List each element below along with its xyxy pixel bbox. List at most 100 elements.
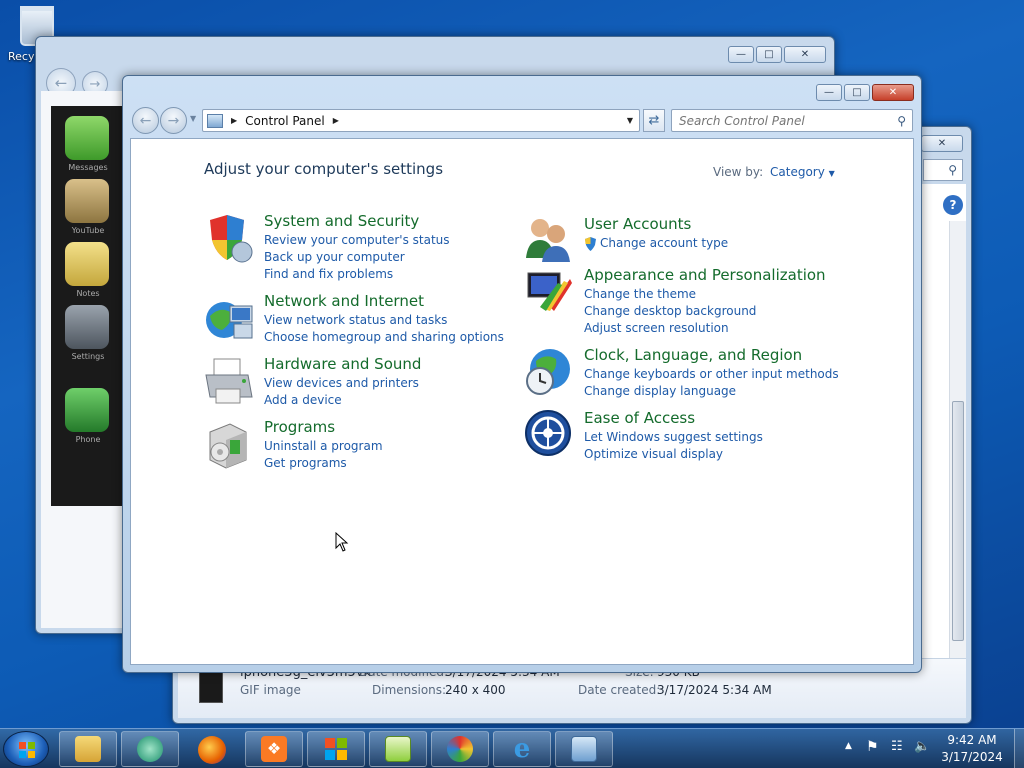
close-button[interactable]: ✕ bbox=[784, 46, 826, 63]
forward-button[interactable]: → bbox=[160, 107, 187, 134]
link-screen-resolution[interactable]: Adjust screen resolution bbox=[584, 321, 729, 335]
link-review-status[interactable]: Review your computer's status bbox=[264, 233, 450, 247]
file-type: GIF image bbox=[240, 683, 301, 697]
link-back-up[interactable]: Back up your computer bbox=[264, 250, 405, 264]
shield-icon[interactable] bbox=[204, 214, 254, 264]
notes-app-icon bbox=[65, 242, 109, 286]
link-add-device[interactable]: Add a device bbox=[264, 393, 342, 407]
view-by-chevron-icon[interactable]: ▼ bbox=[829, 169, 835, 178]
youtube-app-icon bbox=[65, 179, 109, 223]
category-ease-of-access[interactable]: Ease of Access bbox=[584, 409, 695, 427]
explorer-close-button[interactable]: ✕ bbox=[921, 135, 963, 152]
cp-minimize-button[interactable]: — bbox=[816, 84, 842, 101]
breadcrumb-arrow-icon[interactable]: ▶ bbox=[231, 116, 237, 125]
link-change-theme[interactable]: Change the theme bbox=[584, 287, 696, 301]
maximize-button[interactable]: □ bbox=[756, 46, 782, 63]
link-desktop-background[interactable]: Change desktop background bbox=[584, 304, 756, 318]
help-icon[interactable]: ? bbox=[943, 195, 963, 215]
app-label-notes: Notes bbox=[76, 289, 100, 298]
start-button[interactable] bbox=[3, 731, 49, 767]
category-user-accounts[interactable]: User Accounts bbox=[584, 215, 691, 233]
action-center-flag-icon[interactable]: ⚑ bbox=[866, 739, 879, 755]
network-tray-icon[interactable]: ☷ bbox=[891, 739, 903, 754]
view-by-value[interactable]: Category bbox=[770, 165, 825, 179]
recent-pages-dropdown[interactable]: ▼ bbox=[190, 114, 196, 123]
category-appearance[interactable]: Appearance and Personalization bbox=[584, 266, 826, 284]
app-label-phone: Phone bbox=[75, 435, 101, 444]
link-keyboards-input[interactable]: Change keyboards or other input methods bbox=[584, 367, 839, 381]
phone-app-icon bbox=[65, 388, 109, 432]
link-network-status[interactable]: View network status and tasks bbox=[264, 313, 447, 327]
category-programs[interactable]: Programs bbox=[264, 418, 335, 436]
internet-explorer-icon: e bbox=[513, 734, 531, 764]
scrollbar-thumb[interactable] bbox=[952, 401, 964, 641]
cp-close-button[interactable]: ✕ bbox=[872, 84, 914, 101]
refresh-icon[interactable]: ⇄ bbox=[643, 109, 665, 132]
control-panel-window: — □ ✕ ← → ▼ ▶ Control Panel ▶ ▼ ⇄ ⚲ Adju… bbox=[122, 75, 922, 673]
taskbar-notepad-plus[interactable] bbox=[369, 731, 427, 767]
back-button[interactable]: ← bbox=[132, 107, 159, 134]
messages-app-icon bbox=[65, 116, 109, 160]
search-input[interactable] bbox=[672, 113, 898, 128]
control-panel-taskbar-icon bbox=[571, 736, 597, 762]
windows-flag-icon bbox=[325, 738, 347, 760]
network-globe-icon[interactable] bbox=[204, 294, 254, 344]
view-by-dropdown[interactable]: Category ▼ bbox=[770, 165, 835, 179]
created-value: 3/17/2024 5:34 AM bbox=[657, 683, 772, 697]
link-display-language[interactable]: Change display language bbox=[584, 384, 736, 398]
link-optimize-display[interactable]: Optimize visual display bbox=[584, 447, 723, 461]
category-network-internet[interactable]: Network and Internet bbox=[264, 292, 424, 310]
address-dropdown-icon[interactable]: ▼ bbox=[627, 116, 633, 125]
app-label-messages: Messages bbox=[68, 163, 108, 172]
taskbar-windows-flag[interactable] bbox=[307, 731, 365, 767]
page-title: Adjust your computer's settings bbox=[204, 160, 444, 178]
link-devices-printers[interactable]: View devices and printers bbox=[264, 376, 419, 390]
app-label-youtube: YouTube bbox=[71, 226, 105, 235]
search-box[interactable]: ⚲ bbox=[671, 109, 913, 132]
folder-icon bbox=[75, 736, 101, 762]
category-hardware-sound[interactable]: Hardware and Sound bbox=[264, 355, 421, 373]
windows-logo-icon bbox=[19, 742, 35, 758]
link-uninstall[interactable]: Uninstall a program bbox=[264, 439, 383, 453]
mouse-cursor-icon bbox=[335, 531, 349, 552]
category-clock-language-region[interactable]: Clock, Language, and Region bbox=[584, 346, 802, 364]
tray-expand-icon[interactable]: ▲ bbox=[845, 741, 852, 751]
category-system-security[interactable]: System and Security bbox=[264, 212, 419, 230]
link-get-programs[interactable]: Get programs bbox=[264, 456, 347, 470]
firefox-icon[interactable] bbox=[198, 736, 226, 764]
clock-time[interactable]: 9:42 AM bbox=[936, 733, 1008, 747]
users-icon[interactable] bbox=[524, 214, 574, 264]
taskbar-control-panel[interactable] bbox=[555, 731, 613, 767]
link-change-account-type[interactable]: Change account type bbox=[600, 236, 728, 250]
iphone-image: Messages YouTube Notes Settings Phone bbox=[51, 106, 128, 506]
explorer-search-icon[interactable]: ⚲ bbox=[923, 159, 963, 181]
taskbar-photo-viewer[interactable] bbox=[121, 731, 179, 767]
globe-clock-icon[interactable] bbox=[524, 347, 574, 397]
taskbar-paint[interactable] bbox=[431, 731, 489, 767]
programs-box-icon[interactable] bbox=[204, 420, 254, 470]
address-bar[interactable]: ▶ Control Panel ▶ ▼ bbox=[202, 109, 640, 132]
photo-viewer-caption-buttons: — □ ✕ bbox=[728, 46, 826, 63]
notepad-plus-icon bbox=[385, 736, 411, 762]
control-panel-caption-buttons: — □ ✕ bbox=[816, 84, 914, 101]
ease-of-access-icon[interactable] bbox=[524, 409, 574, 459]
link-homegroup[interactable]: Choose homegroup and sharing options bbox=[264, 330, 504, 344]
cp-maximize-button[interactable]: □ bbox=[844, 84, 870, 101]
taskbar-xampp[interactable]: ❖ bbox=[245, 731, 303, 767]
link-find-fix[interactable]: Find and fix problems bbox=[264, 267, 393, 281]
breadcrumb-next-arrow-icon[interactable]: ▶ bbox=[333, 116, 339, 125]
explorer-scrollbar[interactable] bbox=[949, 221, 966, 661]
minimize-button[interactable]: — bbox=[728, 46, 754, 63]
link-suggest-settings[interactable]: Let Windows suggest settings bbox=[584, 430, 763, 444]
printer-icon[interactable] bbox=[204, 357, 254, 407]
breadcrumb-control-panel[interactable]: Control Panel bbox=[245, 114, 325, 128]
taskbar-internet-explorer[interactable]: e bbox=[493, 731, 551, 767]
control-panel-content: Adjust your computer's settings View by:… bbox=[130, 138, 914, 665]
display-paint-icon[interactable] bbox=[524, 267, 574, 317]
show-desktop-button[interactable] bbox=[1014, 729, 1024, 768]
search-icon[interactable]: ⚲ bbox=[897, 114, 906, 128]
clock-date[interactable]: 3/17/2024 bbox=[936, 750, 1008, 764]
volume-muted-icon[interactable]: 🔈 bbox=[914, 739, 930, 754]
taskbar-explorer[interactable] bbox=[59, 731, 117, 767]
control-panel-icon bbox=[207, 113, 223, 128]
